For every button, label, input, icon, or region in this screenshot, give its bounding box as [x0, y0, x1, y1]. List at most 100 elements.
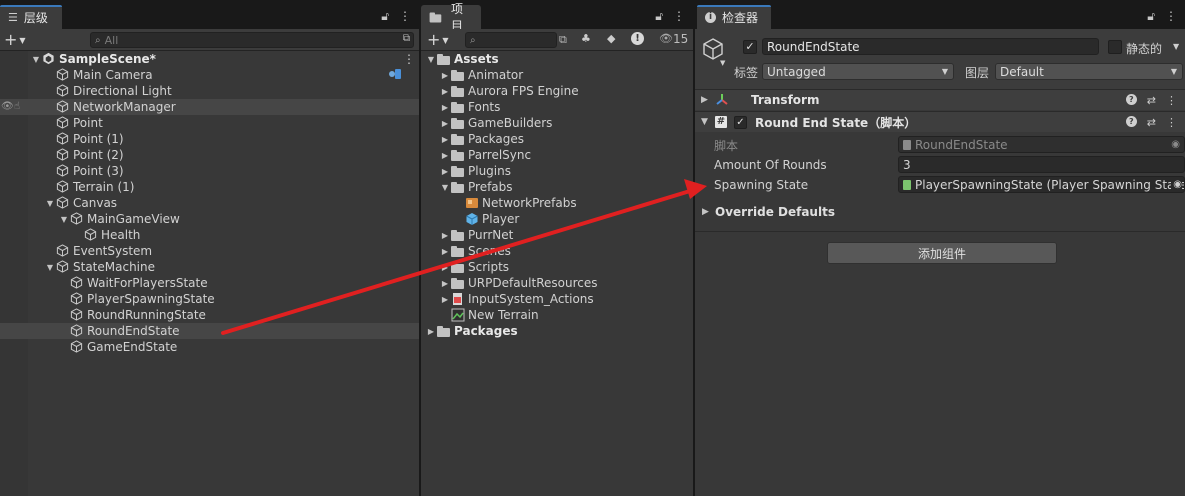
project-row[interactable]: ▶ Scenes: [421, 243, 693, 259]
project-row[interactable]: ▶ Packages: [421, 131, 693, 147]
hierarchy-row[interactable]: RoundEndState: [0, 323, 419, 339]
expand-arrow-icon[interactable]: ▶: [439, 263, 451, 272]
expand-arrow-icon[interactable]: ▶: [439, 231, 451, 240]
expand-arrow-icon[interactable]: ▶: [425, 327, 437, 336]
project-row[interactable]: ▶ InputSystem_Actions: [421, 291, 693, 307]
project-row[interactable]: ▶ Fonts: [421, 99, 693, 115]
project-row[interactable]: ▶ URPDefaultResources: [421, 275, 693, 291]
hierarchy-row[interactable]: Point (2): [0, 147, 419, 163]
hierarchy-row[interactable]: PlayerSpawningState: [0, 291, 419, 307]
hierarchy-row[interactable]: Point (1): [0, 131, 419, 147]
lock-icon[interactable]: 🔓︎: [1147, 9, 1155, 24]
hierarchy-row[interactable]: Directional Light: [0, 83, 419, 99]
help-icon[interactable]: ?: [1125, 115, 1137, 127]
project-row[interactable]: ▶ Packages: [421, 323, 693, 339]
collapse-arrow-icon[interactable]: ▼: [425, 55, 437, 64]
more-menu-icon[interactable]: ⋮: [1166, 94, 1177, 107]
chevron-down-icon[interactable]: ▼: [720, 59, 725, 67]
filter-type-icon[interactable]: ♣: [581, 32, 591, 45]
expand-arrow-icon[interactable]: ▶: [439, 71, 451, 80]
hierarchy-row[interactable]: Point: [0, 115, 419, 131]
hierarchy-row[interactable]: Point (3): [0, 163, 419, 179]
collapse-arrow-icon[interactable]: ▼: [439, 183, 451, 192]
object-picker-icon[interactable]: ◉: [1171, 179, 1182, 190]
more-menu-icon[interactable]: ⋮: [1165, 9, 1177, 24]
more-menu-icon[interactable]: ⋮: [673, 9, 685, 24]
transform-component-header[interactable]: ▶ Transform ? ⇄ ⋮: [695, 89, 1185, 110]
tab-project[interactable]: 项目: [421, 2, 481, 33]
expand-arrow-icon[interactable]: ▶: [439, 135, 451, 144]
lock-icon[interactable]: 🔓︎: [381, 9, 389, 24]
hierarchy-search-input[interactable]: ⌕ All ⧉: [90, 32, 414, 48]
tab-inspector[interactable]: i 检查器: [697, 5, 771, 29]
more-menu-icon[interactable]: ⋮: [399, 9, 411, 24]
hierarchy-row[interactable]: NetworkManager: [0, 99, 419, 115]
hierarchy-row[interactable]: RoundRunningState: [0, 307, 419, 323]
project-row[interactable]: ▼ Assets: [421, 51, 693, 67]
eye-icon[interactable]: 👁︎: [1, 101, 14, 112]
hierarchy-row[interactable]: ▼ SampleScene*: [0, 51, 419, 67]
layer-dropdown[interactable]: Default ▼: [995, 63, 1183, 80]
hierarchy-row[interactable]: Health: [0, 227, 419, 243]
override-defaults-foldout[interactable]: ▶ Override Defaults: [702, 203, 835, 221]
presets-icon[interactable]: ⇄: [1147, 116, 1156, 129]
expand-arrow-icon[interactable]: ▶: [439, 167, 451, 176]
expand-arrow-icon[interactable]: ▶: [439, 151, 451, 160]
component-enabled-checkbox[interactable]: ✓: [734, 115, 747, 129]
expand-arrow-icon[interactable]: ▶: [439, 295, 451, 304]
project-row[interactable]: ▶ Plugins: [421, 163, 693, 179]
hierarchy-row[interactable]: Terrain (1): [0, 179, 419, 195]
active-checkbox[interactable]: ✓: [743, 40, 757, 54]
project-row[interactable]: ▶ Aurora FPS Engine: [421, 83, 693, 99]
project-row[interactable]: ▶ GameBuilders: [421, 115, 693, 131]
expand-arrow-icon[interactable]: ▶: [439, 279, 451, 288]
project-row[interactable]: ▶ PurrNet: [421, 227, 693, 243]
hidden-packages-icon[interactable]: 👁︎: [659, 32, 673, 45]
project-row[interactable]: Player: [421, 211, 693, 227]
project-row[interactable]: ▶ ParrelSync: [421, 147, 693, 163]
hierarchy-row[interactable]: Main Camera: [0, 67, 419, 83]
search-options-icon[interactable]: ⧉: [559, 33, 567, 47]
expand-arrow-icon[interactable]: ▶: [701, 95, 715, 105]
expand-arrow-icon[interactable]: ▶: [439, 87, 451, 96]
spawning-state-field[interactable]: PlayerSpawningState (Player Spawning Sta…: [898, 176, 1185, 193]
collapse-arrow-icon[interactable]: ▼: [44, 199, 56, 208]
more-menu-icon[interactable]: ⋮: [1166, 116, 1177, 129]
project-row[interactable]: ▶ Animator: [421, 67, 693, 83]
filter-label-icon[interactable]: ◆: [607, 32, 615, 45]
project-row[interactable]: NetworkPrefabs: [421, 195, 693, 211]
expand-arrow-icon[interactable]: ▶: [439, 103, 451, 112]
search-options-icon[interactable]: ⧉: [403, 33, 410, 44]
hierarchy-row[interactable]: ▼ StateMachine: [0, 259, 419, 275]
create-asset-button[interactable]: + ▼: [427, 30, 449, 49]
collapse-arrow-icon[interactable]: ▼: [30, 55, 42, 64]
collapse-arrow-icon[interactable]: ▼: [58, 215, 70, 224]
expand-arrow-icon[interactable]: ▶: [439, 247, 451, 256]
hierarchy-row[interactable]: ▼ Canvas: [0, 195, 419, 211]
row-more-icon[interactable]: ⋮: [403, 52, 415, 66]
project-row[interactable]: New Terrain: [421, 307, 693, 323]
hierarchy-row[interactable]: WaitForPlayersState: [0, 275, 419, 291]
expand-arrow-icon[interactable]: ▶: [439, 119, 451, 128]
add-component-button[interactable]: 添加组件: [827, 242, 1057, 264]
chevron-down-icon[interactable]: ▼: [1173, 42, 1179, 51]
tab-hierarchy[interactable]: ☰ 层级: [0, 5, 62, 29]
project-search-input[interactable]: ⌕: [465, 32, 557, 48]
presets-icon[interactable]: ⇄: [1147, 94, 1156, 107]
object-name-field[interactable]: RoundEndState: [762, 38, 1099, 55]
script-component-header[interactable]: ▼ # ✓ Round End State（脚本） ? ⇄ ⋮: [695, 111, 1185, 132]
rounds-input[interactable]: 3: [898, 156, 1185, 173]
project-row[interactable]: ▼ Prefabs: [421, 179, 693, 195]
lock-icon[interactable]: 🔓︎: [655, 9, 663, 24]
collapse-arrow-icon[interactable]: ▼: [701, 117, 715, 127]
help-icon[interactable]: ?: [1125, 93, 1137, 105]
warning-filter-icon[interactable]: !: [631, 32, 644, 45]
add-object-button[interactable]: + ▼: [4, 30, 26, 49]
pick-disabled-icon[interactable]: ☝︎: [14, 101, 20, 112]
hierarchy-row[interactable]: GameEndState: [0, 339, 419, 355]
collapse-arrow-icon[interactable]: ▼: [44, 263, 56, 272]
hierarchy-row[interactable]: EventSystem: [0, 243, 419, 259]
hierarchy-row[interactable]: ▼ MainGameView: [0, 211, 419, 227]
tag-dropdown[interactable]: Untagged ▼: [762, 63, 954, 80]
project-row[interactable]: ▶ Scripts: [421, 259, 693, 275]
